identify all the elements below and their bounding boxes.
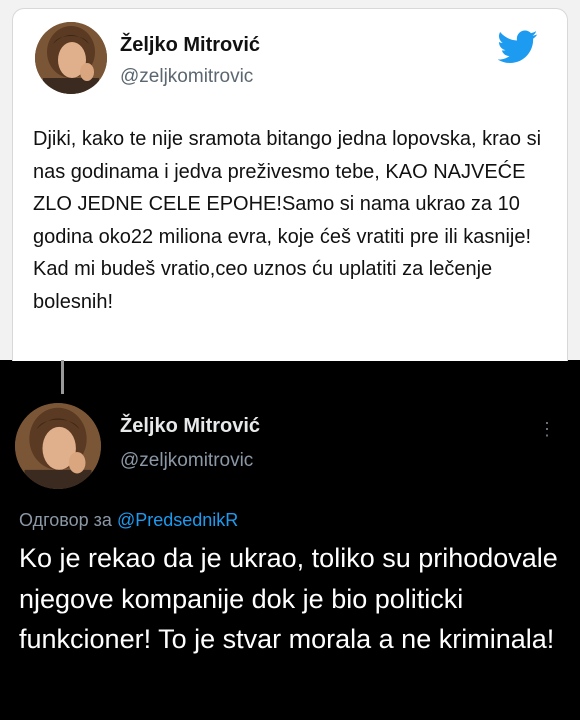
reply-author-name[interactable]: Željko Mitrović <box>120 415 260 438</box>
reply-author-avatar[interactable] <box>15 403 101 489</box>
tweet-text: Djiki, kako te nije sramota bitango jedn… <box>33 128 542 313</box>
reply-author-handle[interactable]: @zeljkomitrovic <box>120 450 253 472</box>
author-handle[interactable]: @zeljkomitrovic <box>120 66 253 88</box>
replying-to-line: Одговор за @PredsednikR <box>19 510 238 531</box>
author-avatar[interactable] <box>35 22 107 94</box>
reply-tweet-text: Ko je rekao da je ukrao, toliko su priho… <box>19 543 558 654</box>
top-tweet-section: Željko Mitrović @zeljkomitrovic Djiki, k… <box>0 0 580 361</box>
author-name[interactable]: Željko Mitrović <box>120 34 260 57</box>
twitter-bird-icon <box>498 30 538 64</box>
thread-connector-line <box>61 360 64 394</box>
reply-mention-link[interactable]: @PredsednikR <box>117 510 238 530</box>
avatar-portrait-icon <box>15 403 101 489</box>
avatar-portrait-icon <box>35 22 107 94</box>
reply-prefix: Одговор за <box>19 510 112 530</box>
more-options-icon[interactable]: ⋮ <box>538 418 556 440</box>
